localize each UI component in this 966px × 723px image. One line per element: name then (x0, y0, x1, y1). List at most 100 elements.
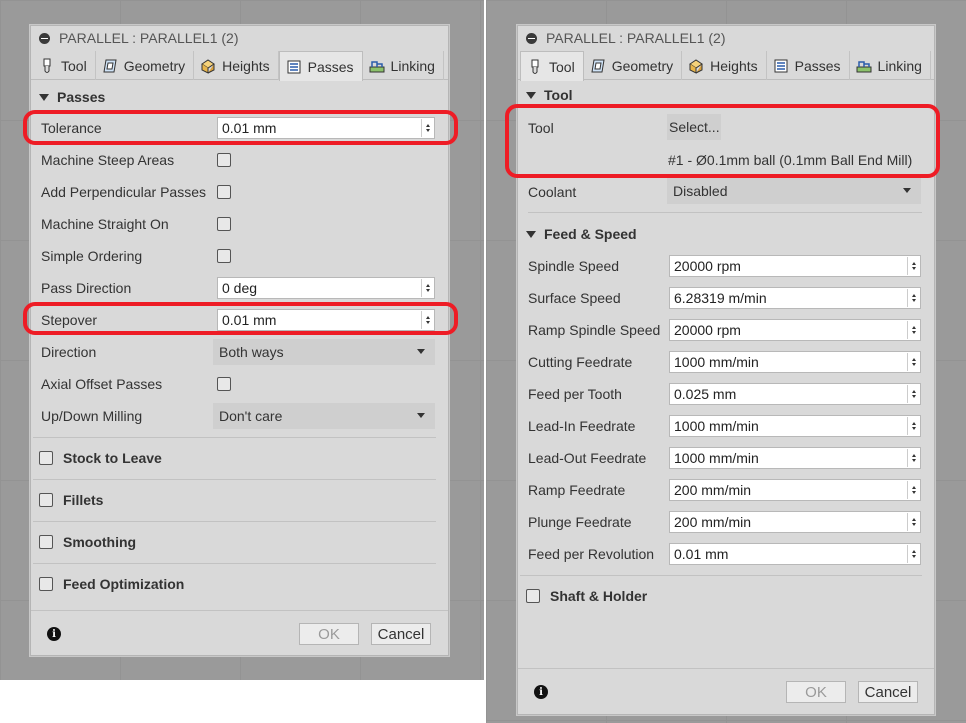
spinner[interactable] (421, 279, 433, 297)
cutting-feedrate-input[interactable]: 1000 mm/min (669, 351, 921, 373)
tab-linking[interactable]: Linking (363, 51, 444, 80)
highlight-tolerance (23, 110, 458, 145)
spinner[interactable] (907, 289, 919, 307)
highlight-tool (505, 104, 940, 178)
passes-icon (774, 59, 788, 72)
tool-icon (531, 59, 539, 74)
feed-per-tooth-input[interactable]: 0.025 mm (669, 383, 921, 405)
row-lead-in-feedrate: Lead-In Feedrate 1000 mm/min (518, 410, 934, 442)
info-icon[interactable]: i (534, 685, 548, 699)
tab-geometry[interactable]: Geometry (96, 51, 195, 80)
tab-passes[interactable]: Passes (278, 51, 363, 81)
ramp-feedrate-input[interactable]: 200 mm/min (669, 479, 921, 501)
group-shaft-holder[interactable]: Shaft & Holder (520, 575, 922, 615)
info-icon[interactable]: i (47, 627, 61, 641)
field-value: 200 mm/min (674, 482, 752, 498)
spinner[interactable] (907, 449, 919, 467)
group-smoothing[interactable]: Smoothing (33, 521, 436, 561)
row-ramp-feedrate: Ramp Feedrate 200 mm/min (518, 474, 934, 506)
row-cutting-feedrate: Cutting Feedrate 1000 mm/min (518, 346, 934, 378)
feed-per-revolution-input[interactable]: 0.01 mm (669, 543, 921, 565)
tab-bar: Tool Geometry Heights Passes Linking (518, 50, 934, 81)
surface-speed-input[interactable]: 6.28319 m/min (669, 287, 921, 309)
field-label: Feed per Tooth (528, 386, 622, 402)
spinner[interactable] (907, 481, 919, 499)
dialog-title-bar[interactable]: PARALLEL : PARALLEL1 (2) (518, 26, 934, 50)
coolant-select[interactable]: Disabled (667, 178, 921, 204)
row-axial-offset: Axial Offset Passes (31, 368, 448, 400)
linking-icon (856, 60, 872, 72)
updown-milling-value: Don't care (219, 408, 283, 424)
tab-label: Tool (61, 57, 87, 74)
row-spindle-speed: Spindle Speed 20000 rpm (518, 250, 934, 282)
updown-milling-label: Up/Down Milling (41, 408, 143, 424)
ok-button[interactable]: OK (786, 681, 846, 703)
machine-steep-checkbox[interactable] (217, 153, 231, 167)
spinner[interactable] (907, 417, 919, 435)
group-label: Fillets (63, 491, 104, 508)
collapse-icon[interactable] (526, 32, 537, 44)
row-updown-milling: Up/Down Milling Don't care (31, 400, 448, 432)
spinner[interactable] (907, 353, 919, 371)
lead-in-feedrate-input[interactable]: 1000 mm/min (669, 415, 921, 437)
field-label: Spindle Speed (528, 258, 620, 274)
tab-heights[interactable]: Heights (194, 51, 279, 80)
spindle-speed-input[interactable]: 20000 rpm (669, 255, 921, 277)
stock-to-leave-checkbox[interactable] (39, 450, 53, 465)
fillets-checkbox[interactable] (39, 492, 53, 507)
group-stock-to-leave[interactable]: Stock to Leave (33, 437, 436, 477)
machine-straight-checkbox[interactable] (217, 217, 231, 231)
group-feed-optimization[interactable]: Feed Optimization (33, 563, 436, 603)
lead-out-feedrate-input[interactable]: 1000 mm/min (669, 447, 921, 469)
ramp-spindle-speed-input[interactable]: 20000 rpm (669, 319, 921, 341)
geometry-icon (103, 59, 117, 72)
cancel-button[interactable]: Cancel (371, 623, 431, 645)
spinner[interactable] (907, 257, 919, 275)
dialog-title-bar[interactable]: PARALLEL : PARALLEL1 (2) (31, 26, 448, 50)
row-machine-steep: Machine Steep Areas (31, 144, 448, 176)
group-label: Shaft & Holder (550, 587, 648, 604)
field-value: 20000 rpm (674, 322, 741, 338)
spinner[interactable] (907, 321, 919, 339)
smoothing-checkbox[interactable] (39, 534, 53, 549)
dialog-title: PARALLEL : PARALLEL1 (2) (546, 30, 726, 46)
cancel-button[interactable]: Cancel (858, 681, 918, 703)
pass-direction-input[interactable]: 0 deg (217, 277, 435, 299)
updown-milling-select[interactable]: Don't care (213, 403, 435, 429)
collapse-icon[interactable] (39, 32, 50, 44)
pass-direction-value: 0 deg (222, 280, 258, 296)
row-plunge-feedrate: Plunge Feedrate 200 mm/min (518, 506, 934, 538)
shaft-holder-checkbox[interactable] (526, 588, 540, 603)
tab-geometry[interactable]: Geometry (584, 51, 683, 80)
passes-icon (287, 60, 301, 73)
direction-value: Both ways (219, 344, 284, 360)
field-label: Lead-Out Feedrate (528, 450, 647, 466)
dialog-footer: i OK Cancel (31, 610, 448, 656)
row-pass-direction: Pass Direction 0 deg (31, 272, 448, 304)
simple-ordering-checkbox[interactable] (217, 249, 231, 263)
tab-tool[interactable]: Tool (520, 51, 584, 81)
group-fillets[interactable]: Fillets (33, 479, 436, 519)
direction-select[interactable]: Both ways (213, 339, 435, 365)
field-value: 1000 mm/min (674, 418, 759, 434)
tab-passes[interactable]: Passes (767, 51, 850, 80)
section-title: Feed & Speed (544, 226, 637, 242)
tab-tool[interactable]: Tool (33, 51, 96, 80)
field-label: Plunge Feedrate (528, 514, 632, 530)
section-feed-speed[interactable]: Feed & Speed (518, 218, 637, 250)
linking-icon (369, 60, 385, 72)
spinner[interactable] (907, 545, 919, 563)
tab-heights[interactable]: Heights (682, 51, 767, 80)
ok-button[interactable]: OK (299, 623, 359, 645)
tab-linking[interactable]: Linking (850, 51, 931, 80)
dropdown-arrow-icon (417, 349, 425, 354)
expand-triangle-icon (526, 230, 536, 238)
section-passes[interactable]: Passes (31, 80, 448, 114)
group-label: Stock to Leave (63, 449, 162, 466)
add-perpendicular-checkbox[interactable] (217, 185, 231, 199)
spinner[interactable] (907, 513, 919, 531)
plunge-feedrate-input[interactable]: 200 mm/min (669, 511, 921, 533)
spinner[interactable] (907, 385, 919, 403)
axial-offset-checkbox[interactable] (217, 377, 231, 391)
feed-optimization-checkbox[interactable] (39, 576, 53, 591)
